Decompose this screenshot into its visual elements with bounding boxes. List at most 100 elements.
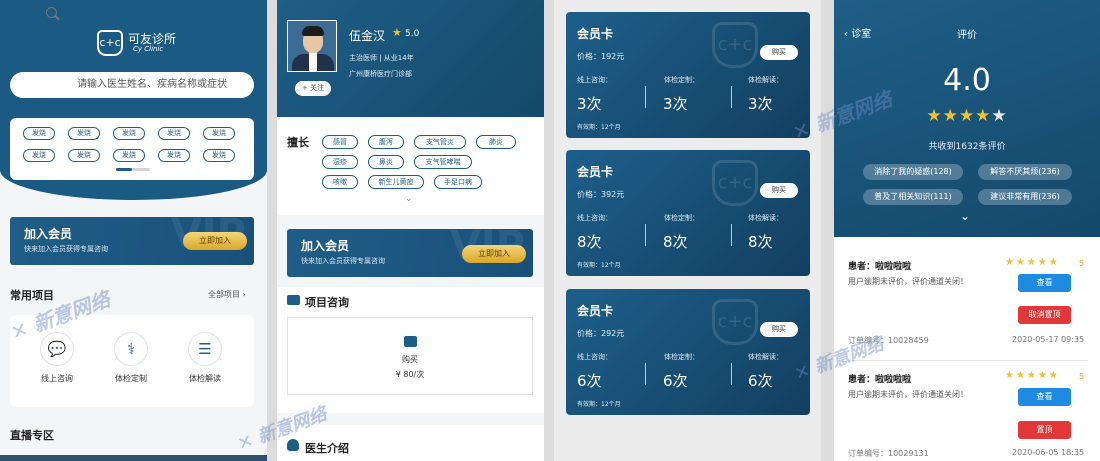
patient-name: 患者：啦啦啦啦 [848,375,912,385]
symptom-tag[interactable]: 发烧 [68,149,100,162]
all-items-link[interactable]: 全部项目 › [208,289,246,300]
benefit-count: 8次 [748,233,773,251]
symptom-tag[interactable]: 发烧 [68,127,100,140]
benefit-count: 6次 [663,372,688,390]
divider [731,224,732,246]
symptom-tag[interactable]: 发烧 [23,127,55,140]
review-tag[interactable]: 普及了相关知识(111) [863,189,963,205]
benefit-label: 体检解读： [748,76,783,84]
intro-title: 医生介绍 [305,442,349,455]
review-stars-icon: ★★★★★ [1005,370,1060,381]
membership-cards-screen: c+c 会员卡 价格：192元 购买 线上咨询： 体检定制： 体检解读： 3次 … [554,0,821,461]
vip-title: 加入会员 [24,227,73,241]
member-card[interactable]: c+c 会员卡 价格：292元 购买 线上咨询： 体检定制： 体检解读： 6次 … [566,289,810,415]
intro-section: 医生介绍 [277,425,544,461]
symptom-tag[interactable]: 发烧 [158,149,190,162]
star-filled-icon: ★ [975,106,992,126]
benefit-count: 6次 [577,372,602,390]
service-label[interactable]: 体检定制 [101,373,161,384]
project-card[interactable]: 购买 ¥ 80/次 [287,317,533,395]
clinic-logo-icon: c+c [712,299,758,345]
order-number: 订单编号：10029131 [848,449,929,458]
buy-button[interactable]: 购买 [760,322,798,337]
divider [645,86,646,108]
member-card[interactable]: c+c 会员卡 价格：392元 购买 线上咨询： 体检定制： 体检解读： 8次 … [566,150,810,276]
expertise-chip[interactable]: 手足口病 [434,175,482,189]
member-card[interactable]: c+c 会员卡 价格：192元 购买 线上咨询： 体检定制： 体检解读： 3次 … [566,12,810,138]
divider [731,86,732,108]
view-button[interactable]: 查看 [1018,388,1071,406]
vip-banner[interactable]: VIP 加入会员 快来加入会员获得专属咨询 立即加入 [10,217,254,265]
project-price: ¥ 80/次 [395,370,425,379]
expertise-chip[interactable]: 支气管哮喘 [414,155,472,169]
star-filled-icon: ★ [926,106,943,126]
benefit-count: 6次 [748,372,773,390]
service-label[interactable]: 体检解读 [175,373,235,384]
vip-banner[interactable]: VIP 加入会员 快来加入会员获得专属咨询 立即加入 [287,229,533,277]
doctor-profile-screen: 伍金汉 ★ 5.0 主治医师 | 从业14年 广州康桥医疗门诊部 + 关注 擅长… [277,0,544,461]
chevron-down-icon[interactable]: ⌄ [960,209,970,223]
common-items-title: 常用项目 [10,289,54,302]
benefit-count: 3次 [577,95,602,113]
card-icon [404,336,417,347]
vip-subtitle: 快来加入会员获得专属咨询 [301,257,385,265]
view-button[interactable]: 查看 [1018,274,1071,292]
patient-name: 患者：啦啦啦啦 [848,262,912,272]
all-items-label: 全部项目 [208,290,240,299]
expertise-chip[interactable]: 感冒 [322,135,358,149]
report-icon[interactable]: ☰ [188,332,222,366]
expertise-chip[interactable]: 咳嗽 [322,175,358,189]
benefit-label: 线上咨询： [577,214,612,222]
doctor-header: 伍金汉 ★ 5.0 主治医师 | 从业14年 广州康桥医疗门诊部 + 关注 [277,0,544,117]
expertise-chip[interactable]: 鼻炎 [368,155,404,169]
symptom-tag[interactable]: 发烧 [203,149,235,162]
review-tag[interactable]: 消除了我的疑惑(128) [863,164,963,180]
chat-icon[interactable]: 💬 [40,332,74,366]
symptom-tag[interactable]: 发烧 [203,127,235,140]
expertise-chip[interactable]: 支气管炎 [414,135,466,149]
card-price: 价格：292元 [577,329,625,338]
card-expiry: 有效期：12个月 [577,401,621,408]
project-item: 购买 [402,355,418,364]
review-rating: 5 [1079,372,1085,381]
benefit-label: 体检定制： [664,76,699,84]
review-tag[interactable]: 建议非常有用(236) [978,189,1072,205]
benefit-count: 8次 [577,233,602,251]
symptom-tag[interactable]: 发烧 [113,149,145,162]
expertise-chip[interactable]: 湿疹 [322,155,358,169]
clinic-name-en: Cy Clinic [133,45,164,53]
doctor-rating: 5.0 [405,29,420,39]
search-icon [46,7,57,18]
buy-button[interactable]: 购买 [760,45,798,60]
doctor-hospital: 广州康桥医疗门诊部 [349,70,412,78]
symptom-tag[interactable]: 发烧 [158,127,190,140]
service-label[interactable]: 线上咨询 [27,373,87,384]
clinic-logo-icon: c+c [712,22,758,68]
search-input[interactable]: 请输入医生姓名、疾病名称或症状 [10,72,254,98]
stethoscope-icon[interactable]: ⚕ [114,332,148,366]
divider [645,363,646,385]
symptom-tag[interactable]: 发烧 [113,127,145,140]
project-section: 项目咨询 购买 ¥ 80/次 [277,287,544,413]
benefit-count: 3次 [748,95,773,113]
live-thumbnail[interactable] [0,455,267,461]
order-date: 2020-06-05 18:35 [1012,448,1085,457]
review-tag[interactable]: 解答不厌其烦(236) [978,164,1072,180]
chevron-down-icon[interactable]: ⌄ [405,194,413,204]
expertise-chip[interactable]: 新生儿黄疸 [368,175,424,189]
pin-button[interactable]: 置顶 [1018,421,1071,439]
buy-button[interactable]: 购买 [760,183,798,198]
benefit-label: 体检定制： [664,353,699,361]
home-screen: c+c 可友诊所 Cy Clinic 请输入医生姓名、疾病名称或症状 发烧 发烧… [0,0,267,461]
follow-button[interactable]: + 关注 [295,81,331,96]
divider [731,363,732,385]
unpin-button[interactable]: 取消置顶 [1018,306,1071,324]
expertise-chip[interactable]: 腹泻 [368,135,404,149]
review-comment: 用户逾期未评价，评价通道关闭！ [848,277,968,286]
expertise-chip[interactable]: 肺炎 [476,135,516,149]
page-title: 评价 [957,30,977,41]
join-now-button[interactable]: 立即加入 [462,245,526,263]
reviews-screen: ‹ 诊室 评价 4.0 ★★★★★ 共收到1632条评价 消除了我的疑惑(128… [834,0,1100,461]
join-now-button[interactable]: 立即加入 [183,232,247,250]
symptom-tag[interactable]: 发烧 [23,149,55,162]
